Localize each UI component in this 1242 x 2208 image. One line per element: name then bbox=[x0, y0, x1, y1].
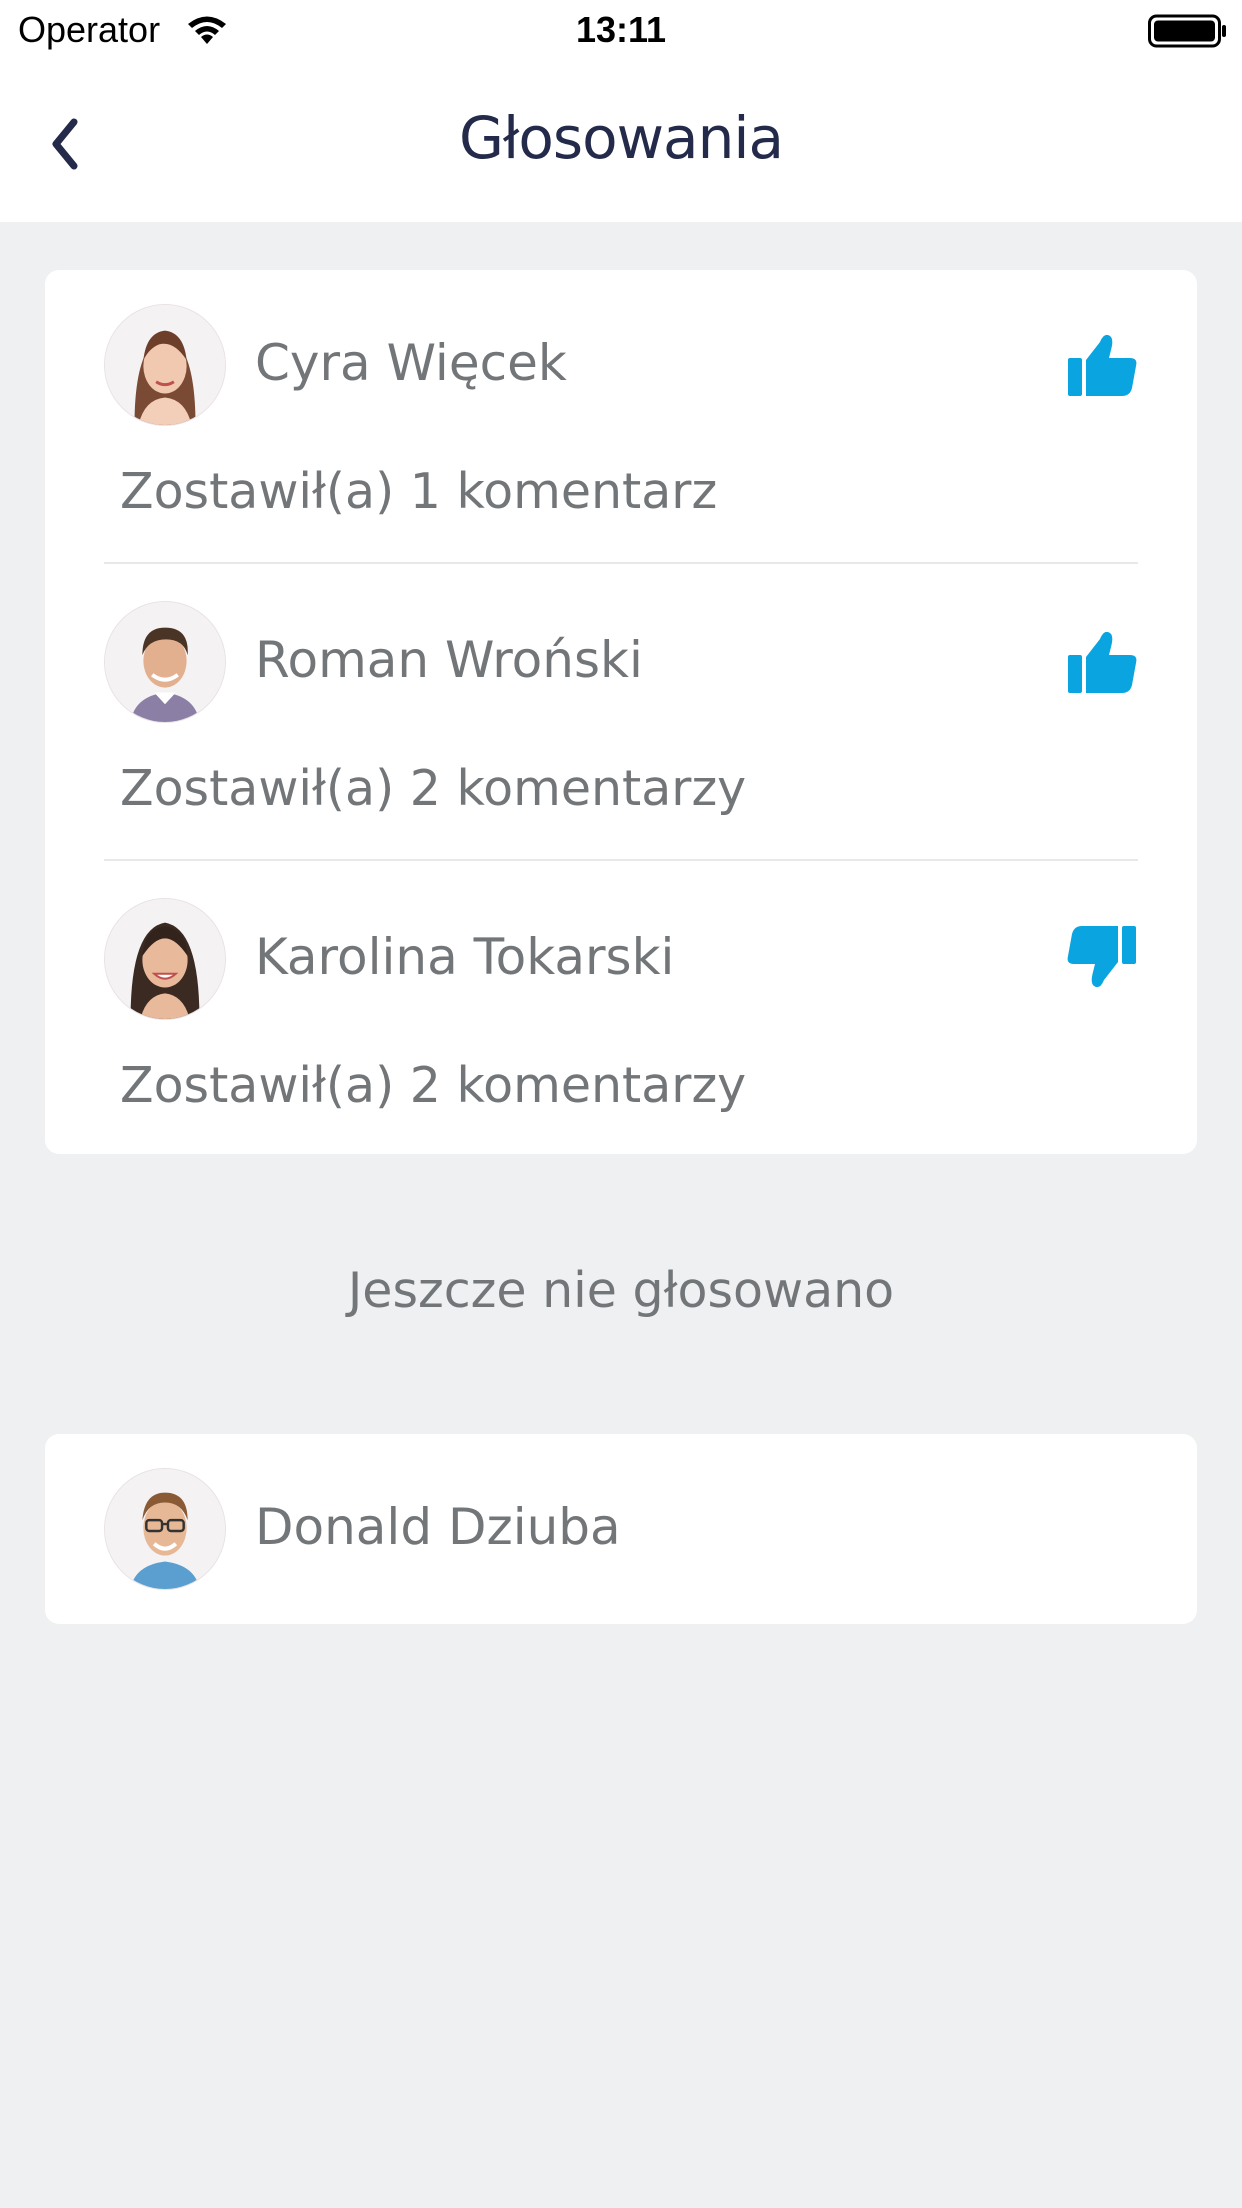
page-title: Głosowania bbox=[458, 104, 784, 172]
avatar bbox=[104, 601, 226, 723]
status-bar: Operator 13:11 bbox=[0, 0, 1242, 64]
voter-row[interactable]: Cyra Więcek Zostawił(a) 1 komentarz bbox=[45, 270, 1197, 567]
comment-count: Zostawił(a) 2 komentarzy bbox=[120, 760, 747, 817]
avatar bbox=[104, 898, 226, 1020]
voter-row[interactable]: Karolina Tokarski Zostawił(a) 2 komentar… bbox=[45, 864, 1197, 1161]
voter-name: Roman Wroński bbox=[255, 631, 643, 689]
comment-count: Zostawił(a) 2 komentarzy bbox=[120, 1057, 747, 1114]
avatar bbox=[104, 304, 226, 426]
status-time: 13:11 bbox=[575, 9, 667, 50]
not-voted-list-card: Donald Dziuba bbox=[45, 1434, 1197, 1624]
navigation-bar: Głosowania bbox=[0, 64, 1242, 222]
avatar bbox=[104, 1468, 226, 1590]
thumbs-down-icon bbox=[1067, 926, 1136, 988]
thumbs-up-icon bbox=[1068, 334, 1137, 396]
voter-name: Cyra Więcek bbox=[255, 334, 567, 392]
divider bbox=[104, 859, 1138, 861]
not-voted-section-label: Jeszcze nie głosowano bbox=[347, 1262, 895, 1319]
voter-name: Karolina Tokarski bbox=[255, 928, 675, 986]
voted-list-card: Cyra Więcek Zostawił(a) 1 komentarz Roma… bbox=[45, 270, 1197, 1154]
battery-icon bbox=[1148, 14, 1226, 48]
thumbs-up-icon bbox=[1068, 631, 1137, 693]
voter-row[interactable]: Roman Wroński Zostawił(a) 2 komentarzy bbox=[45, 567, 1197, 864]
divider bbox=[104, 562, 1138, 564]
voter-row[interactable]: Donald Dziuba bbox=[45, 1434, 1197, 1624]
voter-name: Donald Dziuba bbox=[255, 1498, 621, 1556]
comment-count: Zostawił(a) 1 komentarz bbox=[120, 463, 718, 520]
